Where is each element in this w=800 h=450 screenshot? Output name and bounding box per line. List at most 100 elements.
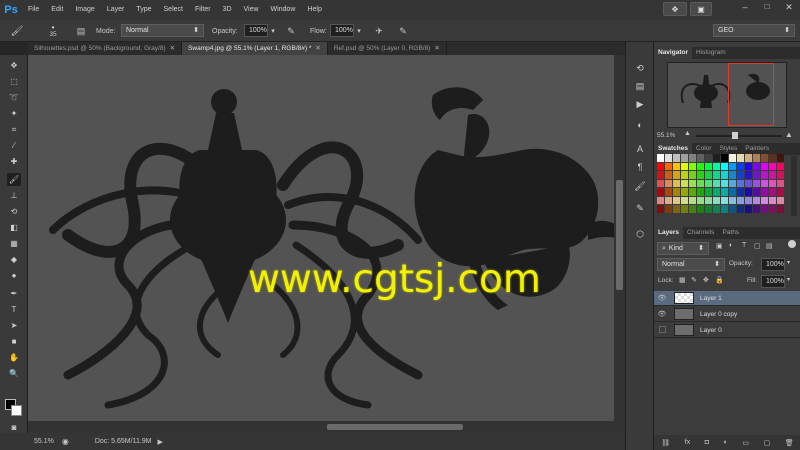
color-swatch[interactable] bbox=[705, 205, 712, 213]
new-group-icon[interactable]: ▭ bbox=[742, 439, 749, 447]
properties-panel-icon[interactable]: ▤ bbox=[633, 80, 647, 93]
menu-file[interactable]: File bbox=[22, 0, 45, 20]
3d-panel-icon[interactable]: ⬡ bbox=[633, 228, 647, 241]
color-swatch[interactable] bbox=[705, 171, 712, 179]
color-swatch[interactable] bbox=[681, 162, 688, 170]
menu-edit[interactable]: Edit bbox=[45, 0, 69, 20]
new-layer-icon[interactable]: ▢ bbox=[764, 439, 771, 447]
color-swatch[interactable] bbox=[657, 188, 664, 196]
color-swatch[interactable] bbox=[681, 205, 688, 213]
arrange-documents-icon[interactable]: ✥ bbox=[663, 2, 687, 16]
color-swatch[interactable] bbox=[737, 171, 744, 179]
adjustment-layer-icon[interactable]: ◐ bbox=[724, 439, 728, 446]
color-swatch[interactable] bbox=[657, 196, 664, 204]
color-swatch[interactable] bbox=[777, 162, 784, 170]
menu-image[interactable]: Image bbox=[69, 0, 100, 20]
color-swatch[interactable] bbox=[657, 179, 664, 187]
color-swatch[interactable] bbox=[777, 171, 784, 179]
document-canvas[interactable]: www.cgtsj.com bbox=[28, 55, 625, 421]
marquee-tool-icon[interactable]: ⬚ bbox=[7, 75, 21, 88]
eye-hidden-icon[interactable] bbox=[654, 325, 670, 335]
healing-brush-icon[interactable]: ✚ bbox=[7, 155, 21, 168]
color-swatch[interactable] bbox=[729, 205, 736, 213]
tab-channels[interactable]: Channels bbox=[683, 227, 718, 239]
tab-layers[interactable]: Layers bbox=[654, 227, 683, 239]
opacity-input[interactable]: 100% bbox=[244, 24, 268, 37]
vertical-scroll-thumb[interactable] bbox=[616, 180, 623, 290]
layer-name[interactable]: Layer 0 bbox=[700, 327, 722, 334]
history-brush-icon[interactable]: ⟲ bbox=[7, 205, 21, 218]
color-swatch[interactable] bbox=[745, 162, 752, 170]
color-swatch[interactable] bbox=[761, 188, 768, 196]
color-swatch[interactable] bbox=[665, 162, 672, 170]
color-swatch[interactable] bbox=[665, 205, 672, 213]
delete-layer-icon[interactable]: 🗑 bbox=[785, 439, 794, 447]
menu-filter[interactable]: Filter bbox=[189, 0, 217, 20]
horizontal-scroll-thumb[interactable] bbox=[327, 424, 463, 430]
color-swatch[interactable] bbox=[729, 154, 736, 162]
color-swatch[interactable] bbox=[729, 171, 736, 179]
color-swatch[interactable] bbox=[673, 179, 680, 187]
color-swatch[interactable] bbox=[761, 154, 768, 162]
color-swatch[interactable] bbox=[657, 162, 664, 170]
pressure-size-icon[interactable]: ✎ bbox=[396, 24, 410, 38]
color-swatch[interactable] bbox=[705, 179, 712, 187]
zoom-out-icon[interactable]: ▲ bbox=[684, 130, 691, 137]
color-swatch[interactable] bbox=[777, 196, 784, 204]
color-swatch[interactable] bbox=[673, 162, 680, 170]
layer-name[interactable]: Layer 1 bbox=[700, 295, 722, 302]
lock-position-icon[interactable]: ✥ bbox=[703, 276, 709, 284]
close-tab-icon[interactable]: ✕ bbox=[434, 45, 439, 52]
pressure-opacity-icon[interactable]: ✎ bbox=[284, 24, 298, 38]
lock-all-icon[interactable]: 🔒 bbox=[715, 276, 724, 284]
screen-mode-icon[interactable]: ▣ bbox=[690, 2, 712, 16]
color-swatch[interactable] bbox=[737, 179, 744, 187]
filter-smart-icon[interactable]: ▤ bbox=[766, 242, 773, 250]
fill-input[interactable]: 100% bbox=[761, 275, 785, 288]
blur-tool-icon[interactable]: ◆ bbox=[7, 253, 21, 266]
color-swatch[interactable] bbox=[737, 154, 744, 162]
eye-icon[interactable]: 👁 bbox=[654, 294, 670, 302]
swatch-grid[interactable] bbox=[657, 154, 785, 218]
color-swatch[interactable] bbox=[769, 196, 776, 204]
color-swatch[interactable] bbox=[697, 196, 704, 204]
close-window-button[interactable]: ✕ bbox=[779, 2, 799, 16]
color-swatch[interactable] bbox=[729, 188, 736, 196]
blend-mode-dropdown[interactable]: Normal ⬍ bbox=[657, 258, 725, 271]
color-swatch[interactable] bbox=[681, 154, 688, 162]
move-tool-icon[interactable]: ✥ bbox=[7, 59, 21, 72]
lock-transparent-icon[interactable]: ▦ bbox=[679, 276, 686, 284]
clone-stamp-icon[interactable]: ⊥ bbox=[7, 189, 21, 202]
color-swatch[interactable] bbox=[697, 188, 704, 196]
eraser-tool-icon[interactable]: ◧ bbox=[7, 221, 21, 234]
color-swatch[interactable] bbox=[689, 162, 696, 170]
flow-dropdown-icon[interactable]: ▾ bbox=[354, 24, 364, 38]
zoom-tool-icon[interactable]: 🔍 bbox=[7, 367, 21, 380]
color-swatch[interactable] bbox=[737, 188, 744, 196]
color-swatch[interactable] bbox=[705, 162, 712, 170]
color-swatch[interactable] bbox=[673, 171, 680, 179]
color-swatch[interactable] bbox=[713, 179, 720, 187]
color-swatch[interactable] bbox=[745, 171, 752, 179]
color-swatch[interactable] bbox=[713, 162, 720, 170]
color-swatch[interactable] bbox=[689, 154, 696, 162]
tab-silhouettes[interactable]: Silhouettes.psd @ 50% (Background, Gray/… bbox=[28, 42, 183, 55]
layer-opacity-input[interactable]: 100% bbox=[761, 258, 785, 271]
color-swatch[interactable] bbox=[761, 179, 768, 187]
color-swatch[interactable] bbox=[681, 171, 688, 179]
color-swatch[interactable] bbox=[737, 196, 744, 204]
tab-swamp4[interactable]: Swamp4.jpg @ 55.1% (Layer 1, RGB/8#) * ✕ bbox=[182, 42, 328, 55]
layer-opacity-dropdown-icon[interactable]: ▾ bbox=[787, 259, 790, 266]
airbrush-icon[interactable]: ✈ bbox=[372, 24, 386, 38]
color-swatch[interactable] bbox=[713, 171, 720, 179]
tab-ref[interactable]: Ref.psd @ 50% (Layer 0, RGB/8) ✕ bbox=[328, 42, 447, 55]
history-panel-icon[interactable]: ⟲ bbox=[633, 62, 647, 75]
lock-pixels-icon[interactable]: ✎ bbox=[691, 276, 697, 284]
color-swatch[interactable] bbox=[721, 188, 728, 196]
color-swatch[interactable] bbox=[721, 162, 728, 170]
status-menu-arrow-icon[interactable]: ▶ bbox=[158, 438, 163, 446]
color-swatch[interactable] bbox=[657, 154, 664, 162]
tab-navigator[interactable]: Navigator bbox=[654, 47, 692, 59]
zoom-in-icon[interactable]: ▲ bbox=[785, 130, 793, 139]
filter-shape-icon[interactable]: ▢ bbox=[754, 242, 761, 250]
